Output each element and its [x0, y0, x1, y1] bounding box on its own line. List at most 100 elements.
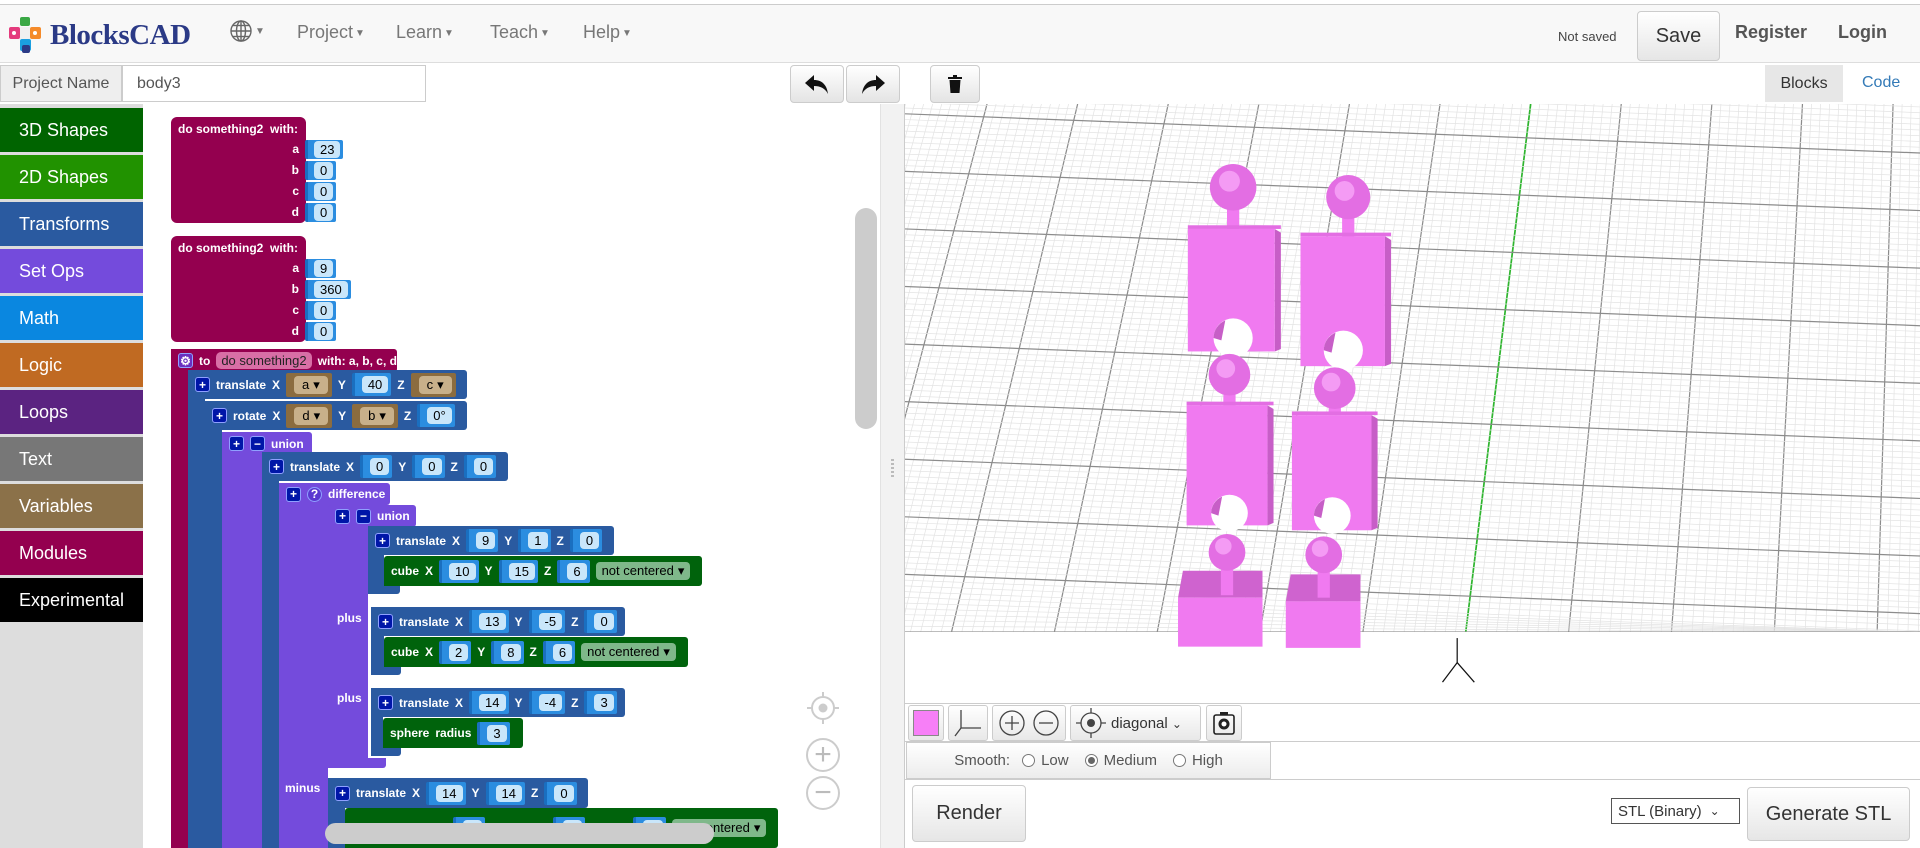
category-3d-shapes[interactable]: 3D Shapes [0, 108, 144, 152]
number-field[interactable]: 15 [508, 562, 535, 580]
number-field[interactable]: 0 [314, 322, 334, 340]
save-button[interactable]: Save [1637, 11, 1720, 61]
number-block[interactable]: 13 [469, 610, 509, 633]
number-field[interactable]: -4 [538, 694, 563, 711]
variable-dropdown[interactable]: a ▾ [294, 375, 328, 394]
zoom-out-icon[interactable] [1031, 708, 1061, 738]
number-field[interactable]: 9 [314, 259, 334, 277]
tr6-block[interactable]: + translate X 14 Y 14 Z 0 [328, 778, 588, 808]
number-field[interactable]: 23 [314, 140, 341, 158]
category-logic[interactable]: Logic [0, 343, 144, 387]
variable-dropdown[interactable]: b ▾ [360, 406, 394, 425]
cube2-block[interactable]: cube X 2 Y 8 Z 6 not centered ▾ [384, 637, 688, 667]
diff-block[interactable]: +? difference [279, 483, 390, 505]
number-block[interactable]: 0 [305, 202, 337, 222]
number-field[interactable]: 0° [427, 407, 452, 424]
category-text[interactable]: Text [0, 437, 144, 481]
variable-dropdown[interactable]: d ▾ [294, 406, 329, 425]
def-block[interactable]: ⚙ to do something2 with: a, b, c, d [171, 349, 397, 372]
centered-dropdown[interactable]: not centered ▾ [595, 562, 691, 580]
category-experimental[interactable]: Experimental [0, 578, 144, 622]
number-block[interactable]: 0° [417, 404, 455, 427]
number-field[interactable]: 6 [567, 562, 587, 580]
number-block[interactable]: 15 [498, 559, 538, 583]
plus-icon[interactable]: + [229, 436, 244, 451]
un2-block[interactable]: + − union [328, 505, 416, 527]
number-field[interactable]: 13 [479, 613, 506, 630]
redo-button[interactable] [846, 65, 900, 103]
number-block[interactable]: 2 [439, 640, 472, 664]
number-field[interactable]: 3 [594, 694, 614, 711]
number-block[interactable]: 0 [584, 610, 617, 633]
number-block[interactable]: 0 [463, 455, 497, 478]
number-block[interactable]: 9 [305, 258, 337, 278]
menu-project[interactable]: Project ▼ [297, 22, 365, 43]
number-field[interactable]: 360 [314, 280, 348, 298]
plus-icon[interactable]: + [269, 459, 284, 474]
number-field[interactable]: 0 [314, 161, 334, 179]
vertical-scrollbar[interactable] [855, 208, 877, 429]
category-math[interactable]: Math [0, 296, 144, 340]
gear-icon[interactable]: ⚙ [178, 353, 193, 368]
number-block[interactable]: 360 [305, 279, 351, 299]
delete-button[interactable] [930, 65, 980, 103]
variable-block[interactable]: d ▾ [286, 403, 333, 428]
project-name-input[interactable] [122, 65, 426, 102]
category-loops[interactable]: Loops [0, 390, 144, 434]
zoom-in-icon[interactable] [997, 708, 1027, 738]
plus-icon[interactable]: + [378, 614, 393, 629]
menu-learn[interactable]: Learn ▼ [396, 22, 454, 43]
language-menu[interactable]: ▼ [229, 19, 265, 43]
number-field[interactable]: 8 [501, 643, 521, 661]
number-block[interactable]: 40 [351, 373, 392, 396]
minus-icon[interactable]: − [356, 508, 371, 524]
render-button[interactable]: Render [912, 785, 1026, 842]
help-icon[interactable]: ? [307, 486, 322, 502]
number-field[interactable]: 9 [476, 532, 496, 549]
number-field[interactable]: 0 [554, 784, 574, 802]
3d-viewer[interactable] [539, 55, 1920, 755]
number-block[interactable]: 0 [305, 300, 337, 320]
smooth-high-radio[interactable] [1172, 754, 1186, 767]
login-link[interactable]: Login [1838, 22, 1887, 43]
number-field[interactable]: 0 [579, 532, 600, 549]
number-field[interactable]: 2 [449, 643, 469, 661]
logo[interactable]: BlocksCAD [8, 15, 191, 55]
number-field[interactable]: 40 [361, 376, 389, 393]
number-block[interactable]: 14 [426, 781, 466, 805]
number-field[interactable]: 6 [552, 643, 573, 661]
menu-teach[interactable]: Teach ▼ [490, 22, 550, 43]
tab-code[interactable]: Code [1862, 74, 1900, 92]
minus-icon[interactable]: − [250, 436, 265, 451]
number-block[interactable]: 0 [569, 529, 603, 552]
generate-stl-button[interactable]: Generate STL [1747, 787, 1910, 841]
sph-block[interactable]: sphere radius 3 [383, 718, 523, 748]
tr2-block[interactable]: + translate X 0 Y 0 Z 0 [262, 452, 508, 481]
zoom-out-button[interactable]: − [806, 776, 840, 810]
number-field[interactable]: 1 [528, 532, 548, 549]
recenter-button[interactable] [806, 691, 840, 725]
plus-icon[interactable]: + [378, 695, 393, 710]
plus-icon[interactable]: + [375, 533, 390, 548]
view-select[interactable]: diagonal ⌄ [1111, 715, 1182, 732]
number-field[interactable]: 14 [436, 784, 463, 802]
variable-dropdown[interactable]: c ▾ [418, 375, 452, 394]
variable-block[interactable]: a ▾ [286, 372, 332, 397]
register-link[interactable]: Register [1735, 22, 1807, 43]
number-block[interactable]: 0 [360, 455, 393, 478]
number-block[interactable]: 3 [584, 691, 617, 714]
number-field[interactable]: 0 [314, 203, 334, 221]
tr3-block[interactable]: + translate X 9 Y 1 Z 0 [368, 526, 614, 555]
number-block[interactable]: 0 [305, 321, 337, 341]
zoom-in-button[interactable]: + [806, 738, 840, 772]
horizontal-scrollbar[interactable] [325, 823, 714, 844]
category-set-ops[interactable]: Set Ops [0, 249, 144, 293]
rot-block[interactable]: + rotate Xd ▾ Yb ▾ Z 0° [205, 401, 467, 430]
number-block[interactable]: 0 [412, 455, 445, 478]
number-field[interactable]: 14 [495, 784, 522, 802]
number-block[interactable]: 0 [544, 781, 577, 805]
number-block[interactable]: -4 [528, 691, 566, 714]
number-field[interactable]: 0 [370, 458, 390, 475]
category-2d-shapes[interactable]: 2D Shapes [0, 155, 144, 199]
number-block[interactable]: 9 [466, 529, 499, 552]
